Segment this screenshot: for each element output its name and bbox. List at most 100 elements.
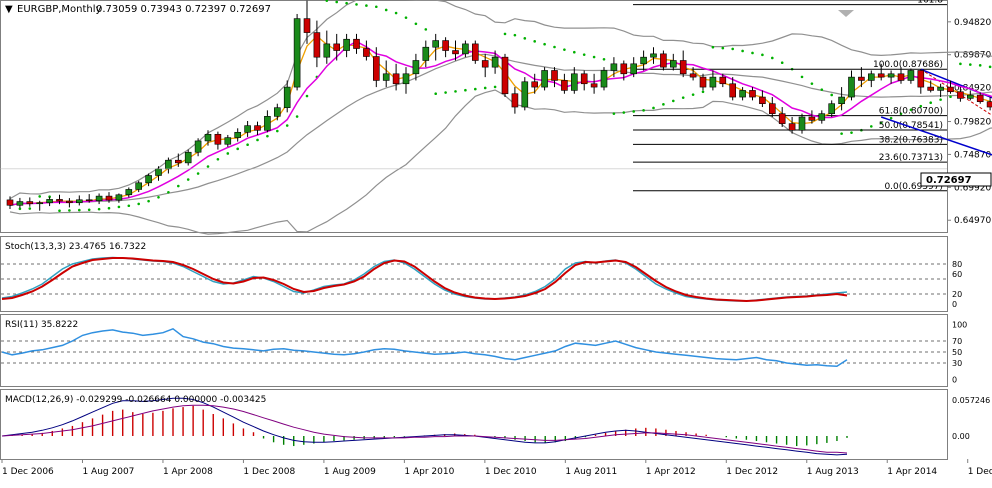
candle-body [155,168,162,176]
parabolic-sar-dot [523,37,527,40]
candle-body [105,195,113,201]
parabolic-sar-dot [988,65,992,69]
candle-body [254,125,261,131]
candle-body [739,90,746,98]
parabolic-sar-dot [404,16,408,19]
candle-body [709,76,717,88]
collapse-arrow-icon[interactable]: ▼ [5,4,13,15]
x-tick-label: 1 Aug 2007 [82,467,134,477]
parabolic-sar-dot [434,92,438,96]
parabolic-sar-dot [474,87,477,91]
candle-body [848,76,855,98]
parabolic-sar-dot [335,0,339,4]
candle-body [442,40,449,51]
candle-body [363,48,370,57]
candle-body [521,81,529,108]
x-tick-label: 1 Apr 2012 [646,467,696,477]
parabolic-sar-dot [870,125,873,128]
parabolic-sar-dot [236,147,239,151]
candle-body [590,83,598,88]
macd-ytick-label: 0.00 [952,432,970,441]
x-tick-label: 1 Dec [968,467,992,477]
candle-body [293,18,301,88]
candle-body [719,76,727,85]
candle-body [630,63,638,75]
rsi-pane[interactable] [0,314,948,387]
parabolic-sar-dot [167,190,170,194]
candle-body [679,60,687,75]
stoch-ytick-label: 80 [952,260,962,269]
parabolic-sar-dot [78,208,81,212]
fib-level-label: 38.2(0.76383) [879,135,943,145]
candle-body [125,189,133,196]
candle-body [16,201,24,206]
candle-body [372,56,380,81]
candle-body [600,70,608,88]
parabolic-sar-dot [642,109,645,112]
candle-body [343,38,350,51]
candle-body [669,60,677,68]
parabolic-sar-dot [711,45,715,49]
candle-body [85,199,93,202]
chart-canvas[interactable]: 0.948200.898700.849200.798200.748700.699… [0,0,992,484]
candle-body [402,73,410,85]
candle-body [986,101,992,108]
x-tick-label: 1 Dec 2012 [726,467,778,477]
parabolic-sar-dot [186,178,190,181]
x-tick-label: 1 Apr 2010 [404,467,454,477]
parabolic-sar-dot [573,50,576,54]
candle-body [966,94,974,99]
parabolic-sar-dot [602,58,606,61]
x-tick-label: 1 Apr 2008 [163,467,213,477]
parabolic-sar-dot [563,48,566,51]
candle-body [323,43,331,58]
parabolic-sar-dot [949,95,952,99]
parabolic-sar-dot [414,22,418,26]
parabolic-sar-dot [830,93,833,97]
candle-body [640,56,647,65]
candle-body [392,73,400,85]
parabolic-sar-dot [295,115,299,118]
price-title: EURGBP,Monthly [17,4,102,15]
parabolic-sar-dot [107,206,111,210]
candle-body [46,199,53,204]
parabolic-sar-dot [553,45,556,49]
parabolic-sar-dot [58,209,61,213]
candle-body [135,182,142,190]
candle-body [947,86,954,93]
candle-body [660,53,667,68]
chart-window[interactable]: 0.94820 0.89870 0.84920 0.79820 0.74870 0.699… [0,0,992,484]
candle-body [551,70,558,81]
candle-body [808,116,816,121]
candle-body [699,76,707,88]
candle-body [937,86,944,91]
candle-body [115,194,123,201]
rsi-ytick-label: 30 [952,359,962,368]
candle-body [768,103,776,114]
parabolic-sar-dot [850,131,853,134]
parabolic-sar-dot [780,61,784,65]
candle-body [26,201,34,205]
parabolic-sar-dot [87,208,91,212]
candle-body [264,116,271,131]
parabolic-sar-dot [127,204,131,208]
candle-body [561,80,568,91]
candle-body [957,91,964,99]
parabolic-sar-dot [731,47,734,51]
candle-body [818,113,826,121]
candle-body [224,137,232,145]
parabolic-sar-dot [365,4,368,7]
parabolic-sar-dot [929,101,932,105]
candle-body [214,133,222,145]
stoch-ytick-label: 60 [952,270,962,279]
parabolic-sar-dot [285,124,289,127]
candle-body [481,60,489,68]
parabolic-sar-dot [38,195,41,198]
parabolic-sar-dot [543,42,546,46]
parabolic-sar-dot [68,209,71,212]
candle-body [867,73,875,81]
parabolic-sar-dot [28,207,32,210]
candle-body [471,43,479,61]
candle-body [204,133,212,142]
parabolic-sar-dot [969,63,972,66]
